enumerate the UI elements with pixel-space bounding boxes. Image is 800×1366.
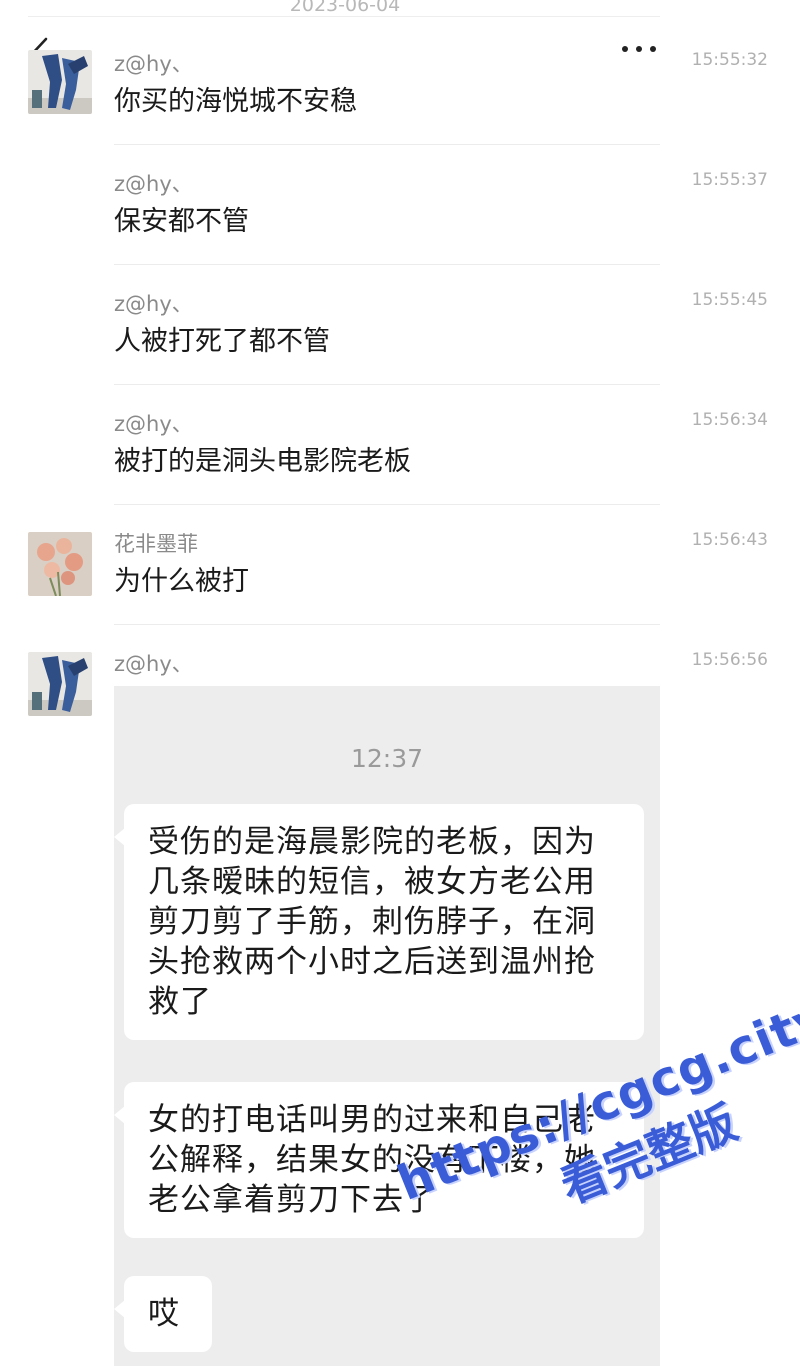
avatar-jeans-image bbox=[28, 652, 92, 716]
avatar[interactable] bbox=[28, 50, 92, 114]
chat-bubble[interactable]: 受伤的是海晨影院的老板，因为 几条暧昧的短信，被女方老公用 剪刀剪了手筋，刺伤脖… bbox=[114, 804, 644, 1040]
message-divider bbox=[114, 504, 660, 505]
bubble-text: 受伤的是海晨影院的老板，因为 几条暧昧的短信，被女方老公用 剪刀剪了手筋，刺伤脖… bbox=[124, 804, 644, 1040]
bubble-line: 受伤的是海晨影院的老板，因为 bbox=[148, 824, 596, 860]
more-dot bbox=[650, 46, 656, 52]
message-time: 15:55:37 bbox=[691, 170, 768, 190]
message-divider bbox=[114, 264, 660, 265]
date-divider: 2023-06-04 bbox=[289, 0, 401, 16]
message-time: 15:56:56 bbox=[691, 650, 768, 670]
message-divider bbox=[114, 624, 660, 625]
message-sender: z@hy、 bbox=[114, 172, 193, 196]
message-divider bbox=[114, 384, 660, 385]
embedded-chat-time: 12:37 bbox=[350, 744, 424, 773]
avatar-jeans-image bbox=[28, 50, 92, 114]
bubble-line: 救了 bbox=[148, 984, 212, 1020]
message-text[interactable]: 为什么被打 bbox=[114, 568, 249, 595]
more-dot bbox=[636, 46, 642, 52]
message-sender: 花非墨菲 bbox=[114, 532, 198, 556]
more-options-button[interactable] bbox=[618, 36, 662, 60]
message-text[interactable]: 被打的是洞头电影院老板 bbox=[114, 448, 411, 475]
bubble-tail bbox=[114, 1300, 125, 1318]
message-time: 15:55:45 bbox=[691, 290, 768, 310]
image-message[interactable]: 12:37 受伤的是海晨影院的老板，因为 几条暧昧的短信，被女方老公用 剪刀剪了… bbox=[114, 686, 660, 1366]
message-time: 15:55:32 bbox=[691, 50, 768, 70]
message-sender: z@hy、 bbox=[114, 652, 193, 676]
bubble-line: 头抢救两个小时之后送到温州抢 bbox=[148, 944, 596, 980]
avatar-flowers-image bbox=[28, 532, 92, 596]
message-time: 15:56:34 bbox=[691, 410, 768, 430]
date-divider-line bbox=[28, 16, 660, 17]
avatar[interactable] bbox=[28, 532, 92, 596]
message-sender: z@hy、 bbox=[114, 52, 193, 76]
message-sender: z@hy、 bbox=[114, 292, 193, 316]
bubble-line: 哎 bbox=[148, 1296, 180, 1332]
message-time: 15:56:43 bbox=[691, 530, 768, 550]
message-text[interactable]: 保安都不管 bbox=[114, 208, 249, 235]
bubble-tail bbox=[114, 828, 125, 846]
bubble-tail bbox=[114, 1106, 125, 1124]
message-sender: z@hy、 bbox=[114, 412, 193, 436]
message-text[interactable]: 人被打死了都不管 bbox=[114, 328, 330, 355]
bubble-line: 几条暧昧的短信，被女方老公用 bbox=[148, 864, 596, 900]
bubble-line: 剪刀剪了手筋，刺伤脖子，在洞 bbox=[148, 904, 596, 940]
message-text[interactable]: 你买的海悦城不安稳 bbox=[114, 88, 357, 115]
bubble-text: 哎 bbox=[124, 1276, 212, 1352]
message-divider bbox=[114, 144, 660, 145]
chat-bubble[interactable]: 哎 bbox=[114, 1276, 212, 1352]
more-dots-icon bbox=[622, 46, 628, 52]
avatar[interactable] bbox=[28, 652, 92, 716]
